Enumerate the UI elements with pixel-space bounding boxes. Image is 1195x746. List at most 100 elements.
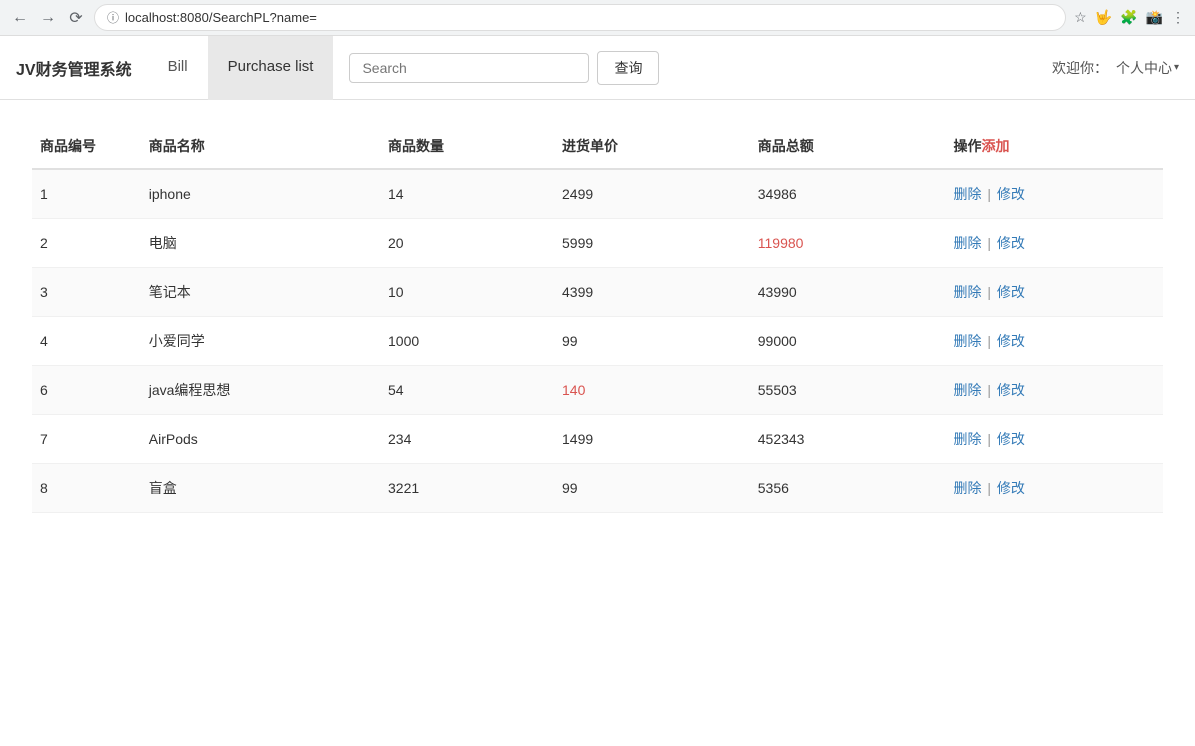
profile-menu[interactable]: 个人中心 ▾ (1116, 58, 1179, 78)
welcome-label: 欢迎你： (1052, 58, 1108, 78)
url-text: localhost:8080/SearchPL?name= (125, 10, 317, 25)
delete-link[interactable]: 删除 (954, 431, 982, 447)
cell-action: 删除 | 修改 (946, 464, 1164, 513)
cell-total: 5356 (750, 464, 946, 513)
cell-name: 小爱同学 (141, 317, 380, 366)
table-row: 1 iphone 14 2499 34986 删除 | 修改 (32, 169, 1163, 219)
cell-unit-price: 5999 (554, 219, 750, 268)
cell-total: 119980 (750, 219, 946, 268)
table-row: 4 小爱同学 1000 99 99000 删除 | 修改 (32, 317, 1163, 366)
cell-name: 盲盒 (141, 464, 380, 513)
col-header-total: 商品总额 (750, 124, 946, 169)
table-header-row: 商品编号 商品名称 商品数量 进货单价 商品总额 操作添加 (32, 124, 1163, 169)
cell-unit-price: 99 (554, 464, 750, 513)
action-separator: | (987, 284, 991, 300)
cell-total: 34986 (750, 169, 946, 219)
edit-link[interactable]: 修改 (997, 333, 1025, 349)
cell-unit-price: 140 (554, 366, 750, 415)
cell-unit-price: 99 (554, 317, 750, 366)
cell-qty: 3221 (380, 464, 554, 513)
search-input[interactable] (349, 53, 589, 83)
cell-unit-price: 4399 (554, 268, 750, 317)
navbar-right: 欢迎你： 个人中心 ▾ (1052, 58, 1179, 78)
cell-qty: 54 (380, 366, 554, 415)
profile-label: 个人中心 (1116, 58, 1172, 78)
cell-qty: 20 (380, 219, 554, 268)
cell-id: 1 (32, 169, 141, 219)
nav-item-purchase-list[interactable]: Purchase list (208, 36, 334, 100)
cell-unit-price: 1499 (554, 415, 750, 464)
add-link[interactable]: 添加 (982, 138, 1010, 154)
delete-link[interactable]: 删除 (954, 333, 982, 349)
cell-total: 99000 (750, 317, 946, 366)
edit-link[interactable]: 修改 (997, 235, 1025, 251)
cell-name: java编程思想 (141, 366, 380, 415)
col-header-unit-price: 进货单价 (554, 124, 750, 169)
cell-qty: 1000 (380, 317, 554, 366)
cell-action: 删除 | 修改 (946, 169, 1164, 219)
col-header-qty: 商品数量 (380, 124, 554, 169)
brand-logo: JV财务管理系统 (16, 56, 132, 80)
url-bar[interactable]: ⓘ localhost:8080/SearchPL?name= (94, 4, 1066, 31)
table-row: 2 电脑 20 5999 119980 删除 | 修改 (32, 219, 1163, 268)
cell-id: 7 (32, 415, 141, 464)
delete-link[interactable]: 删除 (954, 284, 982, 300)
delete-link[interactable]: 删除 (954, 235, 982, 251)
cell-name: AirPods (141, 415, 380, 464)
menu-icon[interactable]: ⋮ (1171, 9, 1185, 26)
main-content: 商品编号 商品名称 商品数量 进货单价 商品总额 操作添加 1 iphone 1… (0, 100, 1195, 537)
edit-link[interactable]: 修改 (997, 431, 1025, 447)
puzzle-icon[interactable]: 🧩 (1120, 9, 1137, 26)
cell-action: 删除 | 修改 (946, 268, 1164, 317)
cell-name: 笔记本 (141, 268, 380, 317)
table-row: 6 java编程思想 54 140 55503 删除 | 修改 (32, 366, 1163, 415)
cell-name: iphone (141, 169, 380, 219)
chevron-down-icon: ▾ (1174, 62, 1179, 73)
search-button[interactable]: 查询 (597, 51, 659, 85)
cell-id: 3 (32, 268, 141, 317)
col-header-name: 商品名称 (141, 124, 380, 169)
cell-id: 6 (32, 366, 141, 415)
cell-name: 电脑 (141, 219, 380, 268)
forward-button[interactable]: → (38, 8, 58, 28)
action-separator: | (987, 480, 991, 496)
table-row: 7 AirPods 234 1499 452343 删除 | 修改 (32, 415, 1163, 464)
star-icon[interactable]: ☆ (1074, 9, 1087, 26)
browser-actions: ☆ 🤟 🧩 📸 ⋮ (1074, 9, 1185, 26)
cell-id: 4 (32, 317, 141, 366)
cell-action: 删除 | 修改 (946, 219, 1164, 268)
cell-total: 452343 (750, 415, 946, 464)
navbar: JV财务管理系统 Bill Purchase list 查询 欢迎你： 个人中心… (0, 36, 1195, 100)
refresh-button[interactable]: ⟳ (66, 8, 86, 28)
delete-link[interactable]: 删除 (954, 480, 982, 496)
cell-total: 43990 (750, 268, 946, 317)
cell-action: 删除 | 修改 (946, 317, 1164, 366)
delete-link[interactable]: 删除 (954, 186, 982, 202)
purchase-table: 商品编号 商品名称 商品数量 进货单价 商品总额 操作添加 1 iphone 1… (32, 124, 1163, 513)
delete-link[interactable]: 删除 (954, 382, 982, 398)
col-header-action: 操作添加 (946, 124, 1164, 169)
action-separator: | (987, 431, 991, 447)
search-area: 查询 (349, 51, 659, 85)
nav-item-bill[interactable]: Bill (148, 36, 208, 100)
table-row: 8 盲盒 3221 99 5356 删除 | 修改 (32, 464, 1163, 513)
col-header-id: 商品编号 (32, 124, 141, 169)
table-row: 3 笔记本 10 4399 43990 删除 | 修改 (32, 268, 1163, 317)
cell-id: 8 (32, 464, 141, 513)
cell-qty: 10 (380, 268, 554, 317)
browser-chrome: ← → ⟳ ⓘ localhost:8080/SearchPL?name= ☆ … (0, 0, 1195, 36)
cell-qty: 14 (380, 169, 554, 219)
edit-link[interactable]: 修改 (997, 186, 1025, 202)
back-button[interactable]: ← (10, 8, 30, 28)
action-separator: | (987, 333, 991, 349)
edit-link[interactable]: 修改 (997, 382, 1025, 398)
edit-link[interactable]: 修改 (997, 284, 1025, 300)
edit-link[interactable]: 修改 (997, 480, 1025, 496)
cell-qty: 234 (380, 415, 554, 464)
extension-icon[interactable]: 🤟 (1095, 9, 1112, 26)
action-separator: | (987, 382, 991, 398)
avatar-icon[interactable]: 📸 (1146, 9, 1163, 26)
secure-icon: ⓘ (107, 9, 119, 26)
action-separator: | (987, 235, 991, 251)
cell-action: 删除 | 修改 (946, 415, 1164, 464)
